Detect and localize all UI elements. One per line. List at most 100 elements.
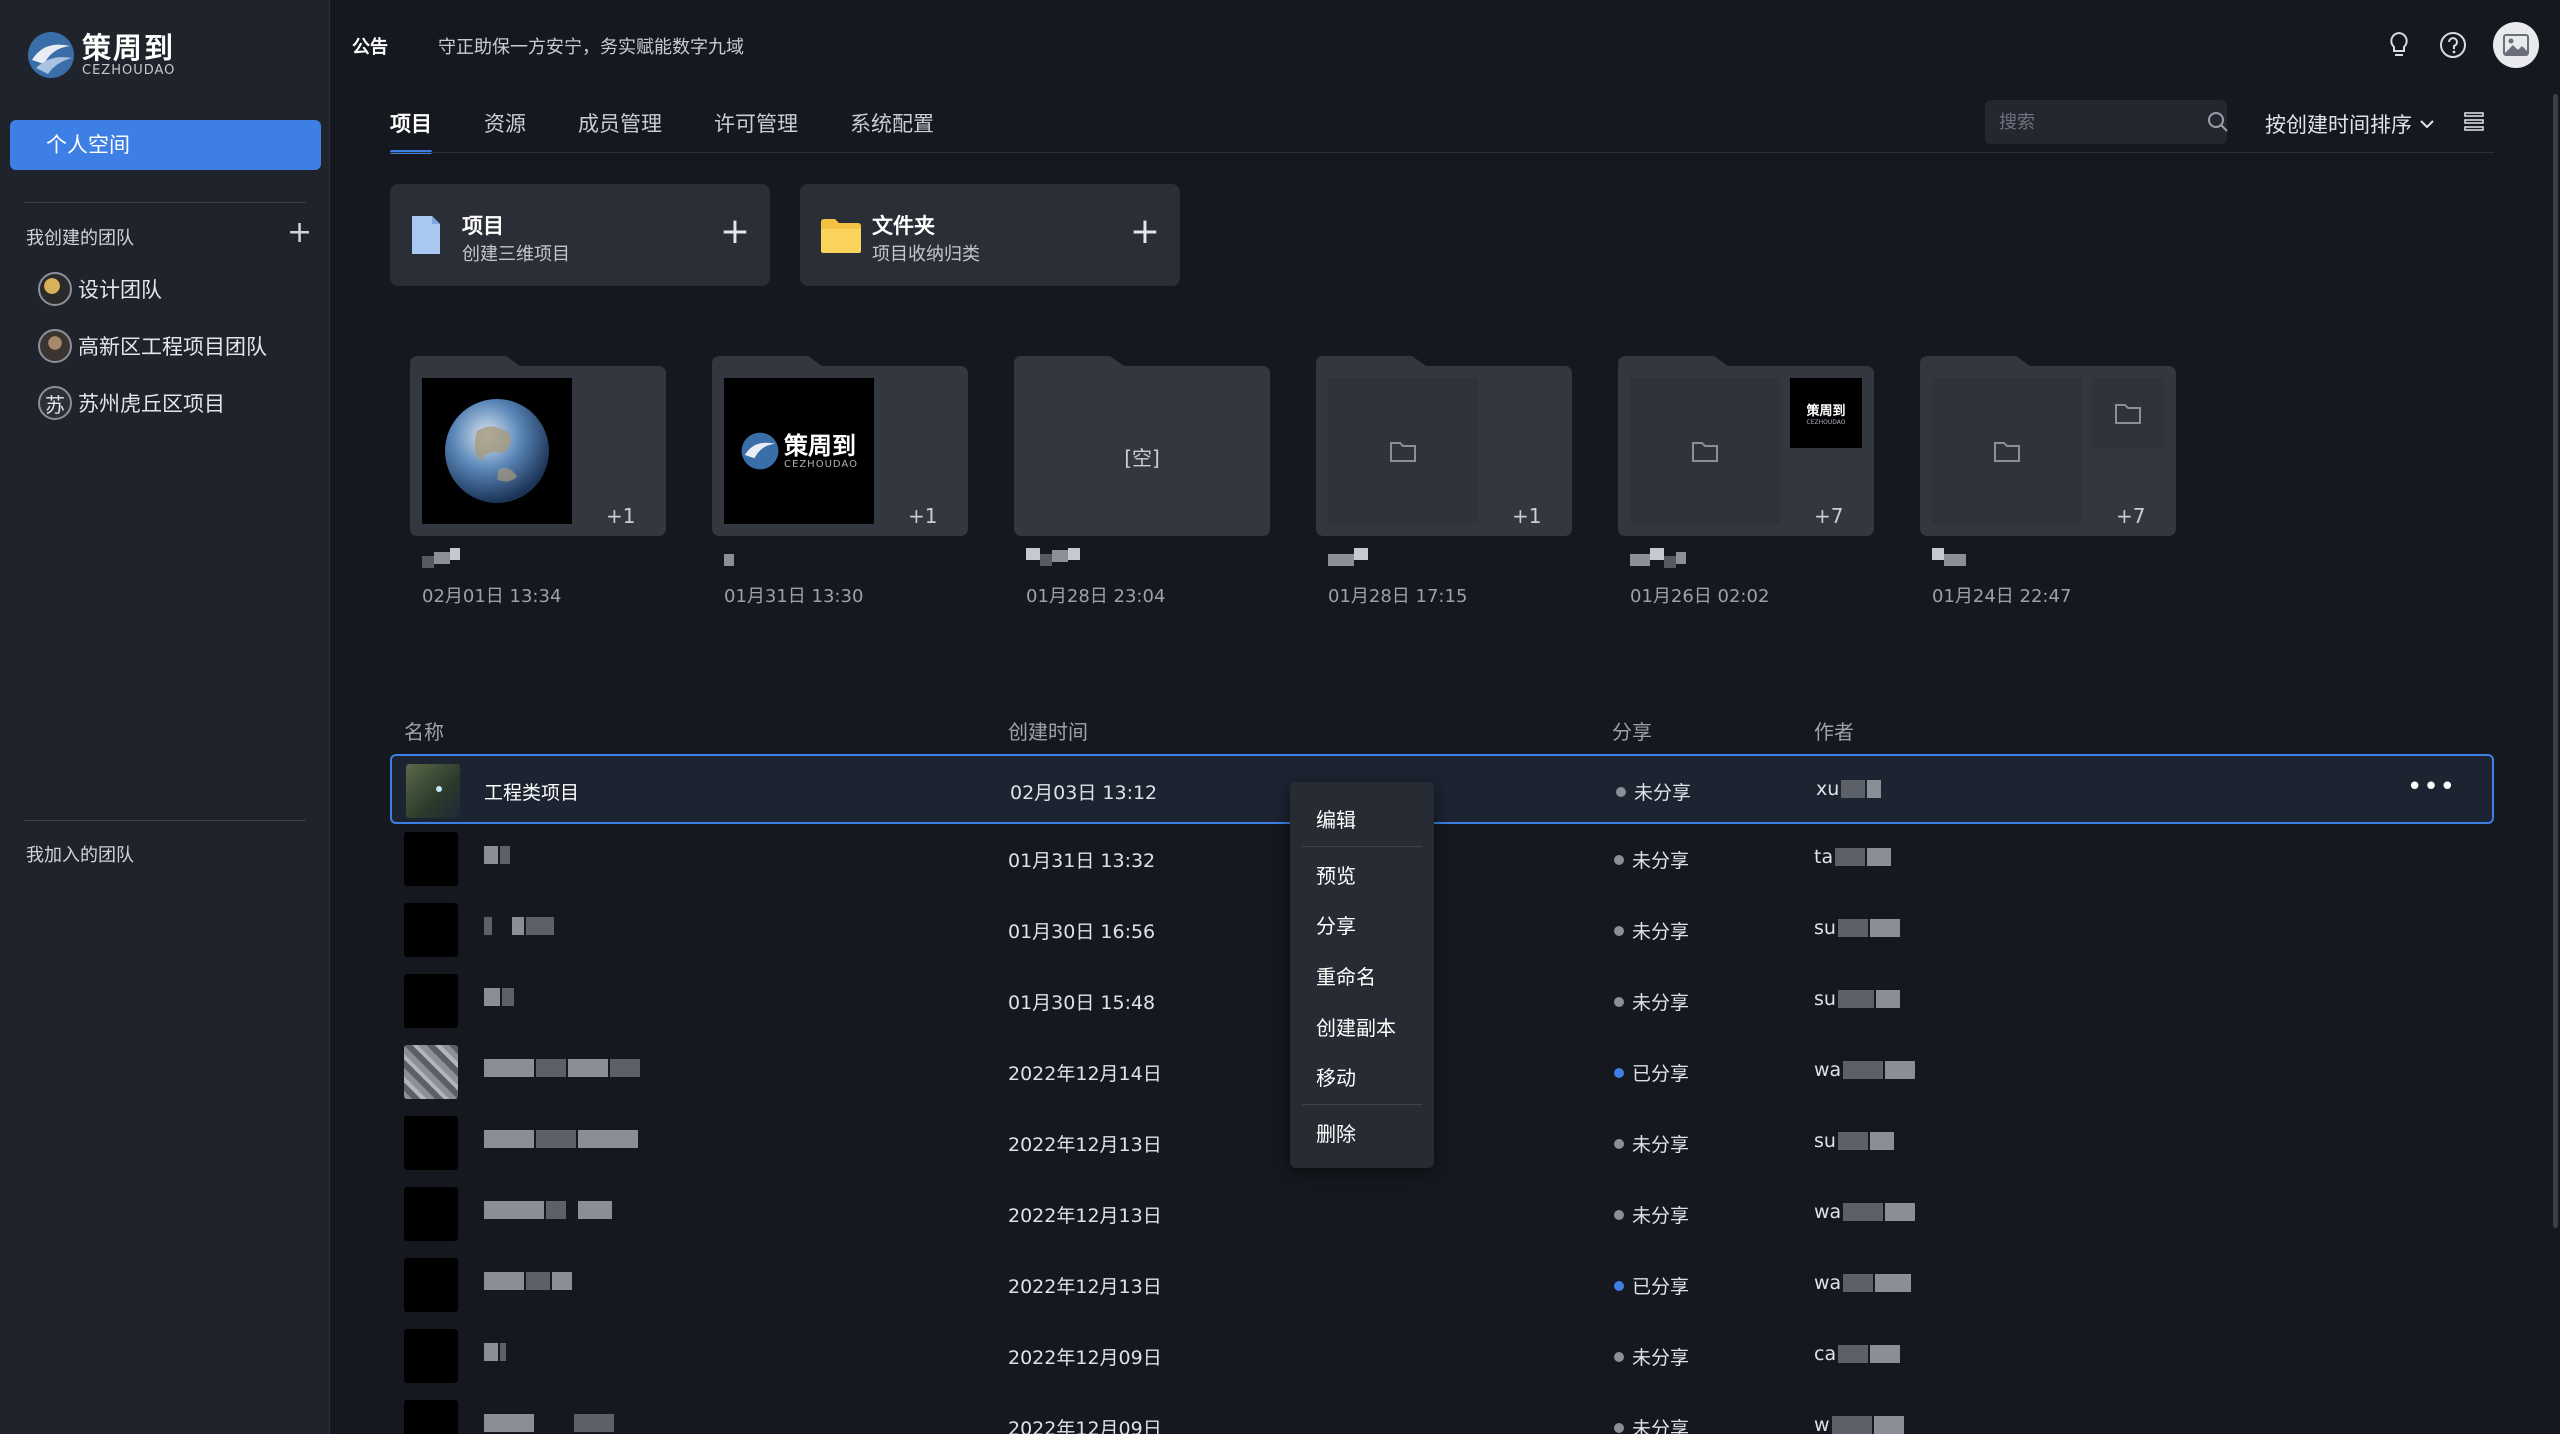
folder-date: 01月26日 02:02 bbox=[1630, 586, 1770, 607]
row-name-redacted bbox=[482, 1414, 614, 1434]
row-thumbnail bbox=[404, 1329, 458, 1383]
row-author: w bbox=[1814, 1414, 1904, 1434]
row-share-status: 未分享 bbox=[1614, 1343, 1689, 1370]
row-share-status: 未分享 bbox=[1614, 988, 1689, 1015]
list-view-icon[interactable] bbox=[2463, 110, 2485, 132]
row-thumbnail bbox=[404, 974, 458, 1028]
table-row[interactable]: 2022年12月13日 未分享 su bbox=[390, 1108, 2494, 1178]
create-folder-card[interactable]: 文件夹 项目收纳归类 + bbox=[800, 184, 1180, 286]
add-team-button[interactable]: + bbox=[287, 218, 312, 248]
brand-name-en: CEZHOUDAO bbox=[82, 63, 176, 78]
lightbulb-icon[interactable] bbox=[2382, 28, 2416, 62]
search-input[interactable] bbox=[1985, 100, 2227, 144]
recent-folder[interactable]: +1 01月28日 17:15 bbox=[1316, 350, 1572, 608]
status-dot bbox=[1614, 1351, 1624, 1362]
menu-item-rename[interactable]: 重命名 bbox=[1316, 961, 1376, 990]
row-name-redacted bbox=[482, 1343, 506, 1366]
row-time: 01月30日 16:56 bbox=[1008, 921, 1156, 943]
sort-dropdown[interactable]: 按创建时间排序 bbox=[2265, 109, 2436, 139]
divider bbox=[24, 820, 306, 821]
chevron-down-icon bbox=[2420, 120, 2434, 129]
more-actions-button[interactable]: ••• bbox=[2407, 774, 2456, 800]
column-header-time[interactable]: 创建时间 bbox=[1008, 716, 1088, 745]
sidebar: 策周到 CEZHOUDAO 个人空间 我创建的团队 + 设计团队 高新区工程项目… bbox=[0, 0, 330, 1434]
recent-folder[interactable]: [空] 01月28日 23:04 bbox=[1014, 350, 1270, 608]
row-time: 01月31日 13:32 bbox=[1008, 850, 1156, 872]
folder-thumbnail bbox=[1328, 378, 1478, 524]
help-icon[interactable] bbox=[2436, 28, 2470, 62]
row-share-status: 已分享 bbox=[1614, 1059, 1689, 1086]
empty-folder-label: [空] bbox=[1124, 445, 1160, 470]
row-thumbnail bbox=[404, 1045, 458, 1099]
status-dot bbox=[1614, 1067, 1624, 1078]
row-share-status: 未分享 bbox=[1614, 1414, 1689, 1434]
user-avatar[interactable] bbox=[2493, 22, 2539, 68]
folder-count: +7 bbox=[1814, 504, 1844, 528]
column-header-share[interactable]: 分享 bbox=[1612, 716, 1652, 745]
row-name: 工程类项目 bbox=[484, 782, 580, 804]
recent-folder[interactable]: +1 02月01日 13:34 bbox=[410, 350, 666, 608]
menu-item-delete[interactable]: 删除 bbox=[1316, 1118, 1356, 1147]
team-item-gaoxin[interactable]: 高新区工程项目团队 bbox=[38, 329, 267, 363]
folder-thumbnail-small bbox=[2092, 378, 2164, 448]
row-author: wa bbox=[1814, 1272, 1912, 1294]
team-item-design[interactable]: 设计团队 bbox=[38, 272, 162, 306]
table-row[interactable]: 2022年12月13日 已分享 wa bbox=[390, 1250, 2494, 1320]
vertical-scrollbar[interactable] bbox=[2553, 94, 2558, 1228]
tab-projects[interactable]: 项目 bbox=[390, 108, 432, 154]
column-header-author[interactable]: 作者 bbox=[1814, 716, 1854, 745]
row-thumbnail bbox=[406, 764, 460, 818]
logo-mark-icon bbox=[28, 32, 74, 78]
search-icon[interactable] bbox=[2207, 111, 2229, 133]
recent-folder[interactable]: 策周到 CEZHOUDAO +1 01月31日 13:30 bbox=[712, 350, 968, 608]
tab-licenses[interactable]: 许可管理 bbox=[714, 108, 798, 154]
table-row[interactable]: 2022年12月14日 已分享 wa bbox=[390, 1037, 2494, 1107]
folder-name-redacted bbox=[1932, 548, 2176, 570]
personal-space-button[interactable]: 个人空间 bbox=[10, 120, 321, 170]
recent-folder[interactable]: +7 01月24日 22:47 bbox=[1920, 350, 2176, 608]
folder-name-redacted bbox=[724, 548, 968, 570]
menu-item-move[interactable]: 移动 bbox=[1316, 1062, 1356, 1091]
thumb-brand-name: 策周到 bbox=[784, 431, 857, 460]
folder-thumbnail bbox=[1932, 378, 2082, 524]
team-label: 高新区工程项目团队 bbox=[78, 335, 267, 359]
folder-thumbnail: 策周到 CEZHOUDAO bbox=[724, 378, 874, 524]
table-row[interactable]: 01月30日 15:48 未分享 su bbox=[390, 966, 2494, 1036]
add-folder-button[interactable]: + bbox=[1130, 214, 1160, 250]
table-row[interactable]: 01月31日 13:32 未分享 ta bbox=[390, 824, 2494, 894]
folder-thumbnail bbox=[422, 378, 572, 524]
row-name-redacted bbox=[482, 846, 510, 869]
row-share-status: 未分享 bbox=[1614, 846, 1689, 873]
status-dot bbox=[1614, 1422, 1624, 1433]
table-row[interactable]: 2022年12月13日 未分享 wa bbox=[390, 1179, 2494, 1249]
tab-resources[interactable]: 资源 bbox=[484, 108, 526, 154]
menu-separator bbox=[1302, 846, 1422, 847]
main-tabs: 项目 资源 成员管理 许可管理 系统配置 bbox=[390, 108, 986, 154]
status-dot bbox=[1614, 996, 1624, 1007]
recent-folder[interactable]: 策周到 CEZHOUDAO +7 01月26日 02:02 bbox=[1618, 350, 1874, 608]
table-row[interactable]: 01月30日 16:56 未分享 su bbox=[390, 895, 2494, 965]
menu-item-share[interactable]: 分享 bbox=[1316, 910, 1356, 939]
menu-item-preview[interactable]: 预览 bbox=[1316, 860, 1356, 889]
table-row[interactable]: 2022年12月09日 未分享 ca bbox=[390, 1321, 2494, 1391]
brand-logo[interactable]: 策周到 CEZHOUDAO bbox=[26, 30, 175, 80]
table-row[interactable]: 工程类项目 02月03日 13:12 未分享 xu ••• bbox=[390, 754, 2494, 824]
row-thumbnail bbox=[404, 832, 458, 886]
team-avatar bbox=[38, 272, 72, 306]
row-name-redacted bbox=[482, 1272, 572, 1295]
team-item-suzhou[interactable]: 苏 苏州虎丘区项目 bbox=[38, 386, 225, 420]
create-card-subtitle: 项目收纳归类 bbox=[872, 244, 980, 265]
thumb-brand-name-en: CEZHOUDAO bbox=[1806, 419, 1846, 426]
row-thumbnail bbox=[404, 1400, 458, 1434]
status-dot bbox=[1614, 925, 1624, 936]
column-header-name[interactable]: 名称 bbox=[404, 716, 444, 745]
menu-item-edit[interactable]: 编辑 bbox=[1316, 804, 1356, 833]
menu-item-duplicate[interactable]: 创建副本 bbox=[1316, 1012, 1396, 1041]
table-row[interactable]: 2022年12月09日 未分享 w bbox=[390, 1392, 2494, 1434]
create-project-card[interactable]: 项目 创建三维项目 + bbox=[390, 184, 770, 286]
status-dot bbox=[1614, 1280, 1624, 1291]
tab-settings[interactable]: 系统配置 bbox=[850, 108, 934, 154]
tab-members[interactable]: 成员管理 bbox=[578, 108, 662, 154]
add-project-button[interactable]: + bbox=[720, 214, 750, 250]
row-time: 01月30日 15:48 bbox=[1008, 992, 1156, 1014]
